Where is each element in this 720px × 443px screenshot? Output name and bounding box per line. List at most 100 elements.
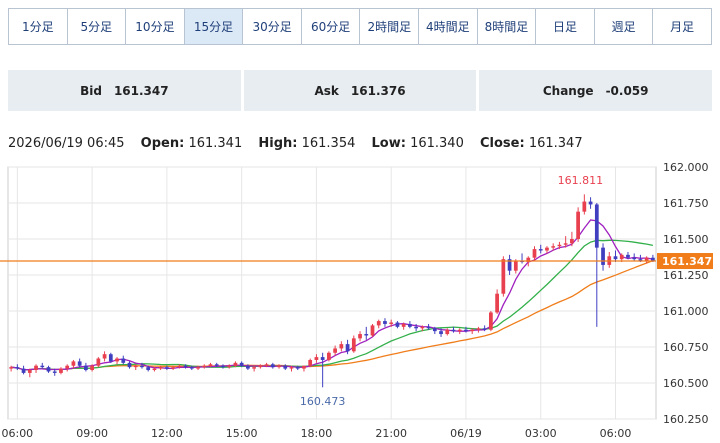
x-tick-label: 18:00 — [301, 427, 333, 440]
y-tick-label: 160.250 — [663, 413, 709, 426]
tab-timeframe-9[interactable]: 8時間足 — [478, 9, 537, 44]
tab-timeframe-8[interactable]: 4時間足 — [419, 9, 478, 44]
candle-body — [439, 331, 443, 335]
tab-timeframe-12[interactable]: 月足 — [653, 9, 711, 44]
candle-body — [420, 326, 425, 329]
tab-timeframe-11[interactable]: 週足 — [595, 9, 654, 44]
x-tick-label: 09:00 — [76, 427, 108, 440]
candle-body — [177, 365, 182, 368]
candle-body — [270, 364, 275, 368]
candle-body — [551, 246, 556, 248]
candle-body — [146, 367, 151, 371]
candle-body — [283, 365, 288, 369]
ohlc-summary: 2026/06/19 06:45 Open: 161.341 High: 161… — [8, 136, 583, 151]
candle-body — [588, 201, 593, 205]
candle-body — [563, 243, 568, 245]
candle-body — [239, 362, 244, 366]
tab-timeframe-5[interactable]: 30分足 — [243, 9, 302, 44]
x-tick-label: 06:00 — [1, 427, 33, 440]
high-value: 161.354 — [301, 136, 356, 151]
x-tick-label: 12:00 — [151, 427, 183, 440]
candle-body — [408, 323, 412, 327]
tab-timeframe-6[interactable]: 60分足 — [302, 9, 361, 44]
candle-body — [619, 254, 624, 260]
high-annotation: 161.811 — [558, 174, 604, 187]
candle-body — [21, 368, 26, 373]
candle-body — [189, 367, 194, 369]
candle-body — [582, 201, 587, 212]
y-tick-label: 161.250 — [663, 269, 709, 282]
tab-timeframe-4[interactable]: 15分足 — [184, 9, 244, 44]
candlestick-chart: 161.347 161.811 160.473 162.000 161.750 161.… — [0, 161, 713, 440]
candle-body — [183, 365, 188, 368]
candle-body — [358, 334, 362, 339]
candle-body — [133, 365, 138, 368]
candle-body — [252, 367, 256, 369]
ohlc-timestamp: 2026/06/19 06:45 — [8, 136, 125, 151]
candle-body — [351, 338, 356, 352]
candle-body — [414, 326, 418, 329]
timeframe-tabs: 1分足 5分足 10分足 15分足 30分足 60分足 2時間足 4時間足 8時間足 日足 週足 月足 — [8, 8, 712, 45]
candle-body — [115, 358, 119, 362]
candle-body — [451, 329, 456, 332]
candle-body — [208, 364, 213, 366]
candle-body — [432, 328, 437, 332]
change-label: Change — [542, 83, 594, 98]
candle-body — [501, 259, 506, 294]
candle-body — [345, 344, 350, 352]
candle-body — [152, 368, 157, 371]
candle-body — [626, 254, 630, 258]
candle-body — [214, 364, 219, 366]
candle-body — [557, 244, 562, 247]
y-tick-label: 161.000 — [663, 305, 709, 318]
candle-body — [121, 358, 126, 363]
candle-body — [34, 365, 38, 371]
candle-body — [489, 312, 493, 330]
y-tick-label: 161.500 — [663, 233, 709, 246]
candle-body — [644, 257, 649, 261]
candle-body — [40, 365, 45, 368]
high-label: High: — [258, 136, 298, 151]
x-tick-label: 06/19 — [450, 427, 482, 440]
candle-body — [258, 365, 263, 368]
tab-timeframe-1[interactable]: 1分足 — [9, 9, 68, 44]
candle-body — [339, 344, 344, 349]
tab-timeframe-10[interactable]: 日足 — [536, 9, 595, 44]
candle-body — [65, 365, 70, 369]
candle-body — [59, 368, 63, 373]
candle-body — [395, 322, 400, 327]
candle-body — [227, 365, 232, 368]
candle-body — [445, 329, 450, 335]
candle-body — [314, 357, 319, 360]
bid-label: Bid — [80, 83, 102, 98]
candle-body — [158, 367, 163, 369]
candle-body — [426, 326, 431, 329]
candle-body — [457, 329, 462, 332]
candle-body — [389, 322, 394, 324]
candle-body — [476, 328, 481, 330]
candle-body — [333, 348, 337, 353]
candle-body — [532, 249, 537, 258]
candle-body — [638, 259, 643, 261]
candle-body — [46, 367, 51, 372]
tab-timeframe-3[interactable]: 10分足 — [126, 9, 185, 44]
tab-timeframe-7[interactable]: 2時間足 — [360, 9, 420, 44]
candle-body — [9, 367, 13, 369]
candle-body — [196, 367, 200, 369]
candle-body — [651, 257, 655, 261]
candle-body — [289, 367, 294, 369]
tab-timeframe-2[interactable]: 5分足 — [68, 9, 127, 44]
candle-body — [513, 260, 518, 271]
candle-body — [320, 357, 325, 360]
candle-body — [383, 321, 387, 324]
candle-body — [370, 325, 375, 336]
candle-body — [171, 367, 175, 369]
candle-body — [15, 367, 20, 369]
candle-body — [364, 334, 369, 336]
candle-body — [264, 364, 269, 366]
candle-body — [277, 365, 281, 368]
candle-body — [545, 247, 549, 251]
candle-body — [108, 354, 113, 362]
bid-panel: Bid 161.347 — [8, 70, 241, 111]
candle-body — [27, 370, 32, 373]
